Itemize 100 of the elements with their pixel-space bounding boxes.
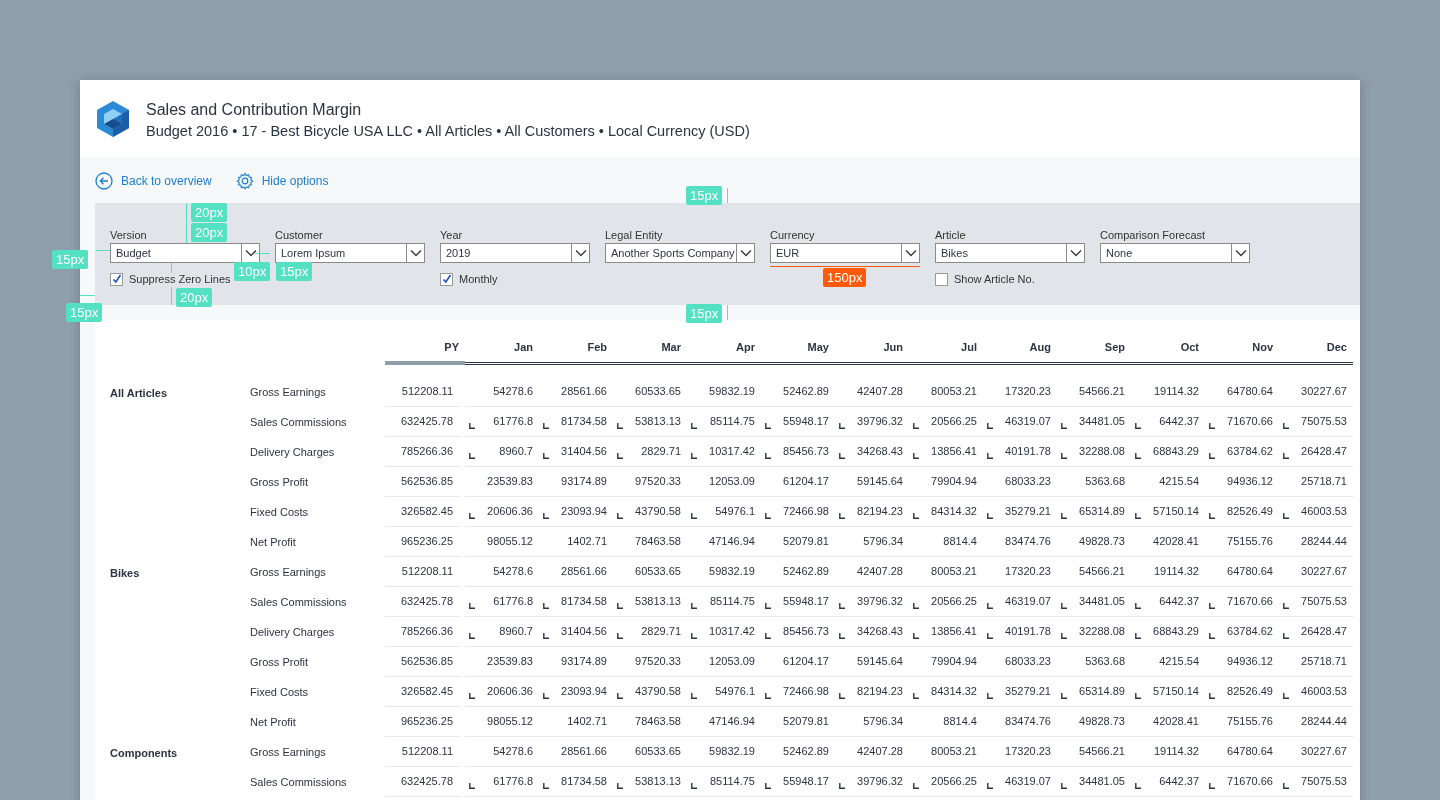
table-cell: 80053.21 [909, 377, 983, 407]
table-cell: 35279.21 [983, 497, 1057, 527]
table-cell: 57150.14 [1131, 497, 1205, 527]
dimension-line [171, 287, 172, 305]
checkbox[interactable] [935, 272, 948, 286]
table-cell: 42407.28 [835, 377, 909, 407]
table-cell: 28561.66 [539, 377, 613, 407]
table-cell: 78463.58 [613, 707, 687, 737]
table-cell: 34481.05 [1057, 407, 1131, 437]
table-cell: 46003.53 [1279, 497, 1353, 527]
table-cell: 81734.58 [539, 407, 613, 437]
table-cell: 632425.78 [385, 767, 460, 797]
dropdown[interactable]: Budget [110, 243, 260, 263]
table-cell: 5363.68 [1057, 467, 1131, 497]
measurement-label: 150px [823, 268, 867, 287]
table-cell: 19114.32 [1131, 737, 1205, 767]
table-cell: 6442.37 [1131, 587, 1205, 617]
table-cell: 79904.94 [909, 647, 983, 677]
table-cell: 6442.37 [1131, 407, 1205, 437]
dimension-line [80, 295, 95, 296]
row-label: Gross Profit [250, 655, 310, 670]
table-cell: 60533.65 [613, 377, 687, 407]
table-cell: 13856.41 [909, 617, 983, 647]
field-label: Year [440, 228, 463, 243]
table-cell: 82526.49 [1205, 497, 1279, 527]
table-cell: 85456.73 [761, 617, 835, 647]
table-cell: 8814.4 [909, 527, 983, 557]
table-cell: 46319.07 [983, 407, 1057, 437]
table-cell: 17320.23 [983, 377, 1057, 407]
table-cell: 63784.62 [1205, 437, 1279, 467]
table-cell: 98055.12 [465, 527, 539, 557]
column-header: Oct [1131, 335, 1205, 365]
table-cell: 20606.36 [465, 677, 539, 707]
table-cell: 78463.58 [613, 527, 687, 557]
table-cell: 39796.32 [835, 407, 909, 437]
table-cell: 54278.6 [465, 737, 539, 767]
table-cell: 49828.73 [1057, 707, 1131, 737]
dimension-line [171, 263, 172, 273]
table-cell: 54278.6 [465, 557, 539, 587]
caret-icon [574, 249, 587, 257]
table-cell: 85114.75 [687, 407, 761, 437]
table-cell: 4215.54 [1131, 467, 1205, 497]
table-cell: 64780.64 [1205, 557, 1279, 587]
table-cell: 52462.89 [761, 737, 835, 767]
caret-icon [739, 249, 752, 257]
table-cell: 46319.07 [983, 767, 1057, 797]
dropdown[interactable]: Lorem Ipsum [275, 243, 425, 263]
checkbox[interactable] [440, 272, 453, 286]
table-cell: 32288.08 [1057, 437, 1131, 467]
table-cell: 965236.25 [385, 527, 460, 557]
table-cell: 52079.81 [761, 707, 835, 737]
measurement-label: 15px [52, 250, 89, 269]
dropdown[interactable]: None [1100, 243, 1250, 263]
table-cell: 81734.58 [539, 587, 613, 617]
table-cell: 26428.47 [1279, 437, 1353, 467]
table-cell: 6442.37 [1131, 767, 1205, 797]
dropdown[interactable]: Another Sports Company [605, 243, 755, 263]
table-cell: 23539.83 [465, 467, 539, 497]
group-label: All Articles [110, 386, 169, 401]
table-cell: 52462.89 [761, 557, 835, 587]
dropdown[interactable]: Bikes [935, 243, 1085, 263]
options-link[interactable]: Hide options [235, 171, 329, 191]
table-cell: 57150.14 [1131, 677, 1205, 707]
row-label: Sales Commissions [250, 415, 348, 430]
dropdown[interactable]: EUR [770, 243, 920, 263]
table-cell: 4215.54 [1131, 647, 1205, 677]
table-cell: 47146.94 [687, 707, 761, 737]
row-label: Fixed Costs [250, 505, 310, 520]
checkbox-label: Show Article No. [954, 271, 1035, 287]
table-cell: 84314.32 [909, 497, 983, 527]
table-cell: 30227.67 [1279, 377, 1353, 407]
row-label: Gross Earnings [250, 565, 327, 580]
table-cell: 47146.94 [687, 527, 761, 557]
column-header: Feb [539, 335, 613, 365]
back-link[interactable]: Back to overview [95, 171, 212, 191]
table-cell: 35279.21 [983, 677, 1057, 707]
table-cell: 19114.32 [1131, 557, 1205, 587]
checkbox[interactable] [110, 272, 123, 286]
table-cell: 30227.67 [1279, 557, 1353, 587]
table-cell: 28244.44 [1279, 527, 1353, 557]
table-cell: 68843.29 [1131, 437, 1205, 467]
table-cell: 8960.7 [465, 617, 539, 647]
column-header: May [761, 335, 835, 365]
field-label: Comparison Forecast [1100, 228, 1206, 243]
group-label: Bikes [110, 566, 141, 581]
column-header: Jun [835, 335, 909, 365]
table-cell: 93174.89 [539, 467, 613, 497]
row-label: Sales Commissions [250, 775, 348, 790]
table-cell: 55948.17 [761, 407, 835, 437]
page-subtitle: Budget 2016 • 17 - Best Bicycle USA LLC • All Articles • All Customers • Local Currency (USD) [146, 122, 750, 141]
table-cell: 85114.75 [687, 587, 761, 617]
table-cell: 54566.21 [1057, 737, 1131, 767]
dropdown[interactable]: 2019 [440, 243, 590, 263]
table-cell: 59145.64 [835, 647, 909, 677]
caret-icon [409, 249, 422, 257]
table-cell: 97520.33 [613, 647, 687, 677]
table-cell: 17320.23 [983, 557, 1057, 587]
table-cell: 54278.6 [465, 377, 539, 407]
table-cell: 65314.89 [1057, 677, 1131, 707]
field-label: Currency [770, 228, 815, 243]
